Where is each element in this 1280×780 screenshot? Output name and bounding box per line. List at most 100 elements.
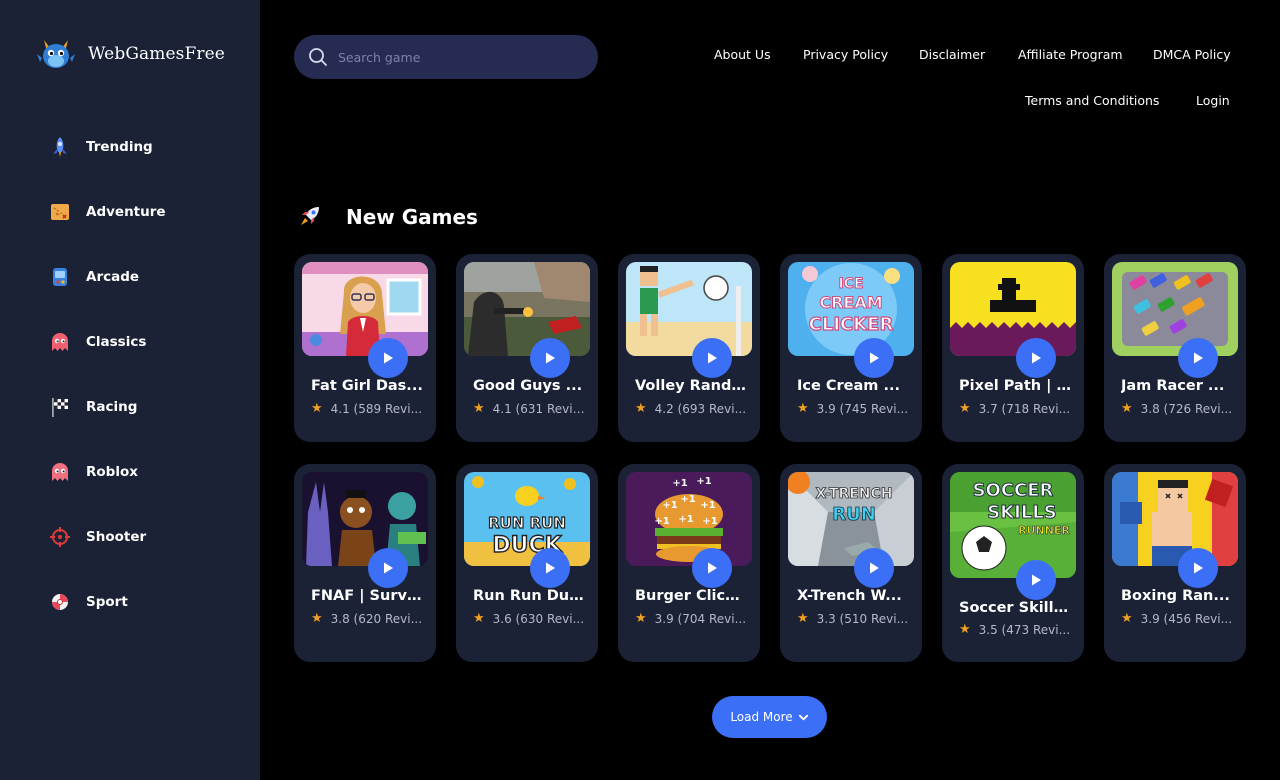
arcade-icon [48,265,72,289]
game-card-volley-random[interactable]: Volley Rand... ★ 4.2 (693 Revi... [618,254,760,442]
game-card-boxing-random[interactable]: Boxing Ran... ★ 3.9 (456 Revi... [1104,464,1246,662]
svg-text:+1: +1 [700,500,715,511]
game-rating: ★ 3.6 (630 Revi... [473,611,591,626]
game-thumbnail: ICE CREAM CLICKER [788,262,914,356]
game-rating: ★ 4.1 (631 Revie... [473,401,591,416]
svg-text:+1: +1 [654,516,669,527]
game-title: Pixel Path | T... [959,378,1071,394]
play-icon [1032,574,1041,586]
play-button[interactable] [1016,338,1056,378]
game-thumbnail [950,262,1076,356]
play-icon [1032,352,1041,364]
nav-link-terms[interactable]: Terms and Conditions [1025,93,1159,108]
play-button[interactable] [530,338,570,378]
sidebar-item-trending[interactable]: Trending [48,114,166,179]
play-button[interactable] [692,338,732,378]
sidebar-item-classics[interactable]: Classics [48,309,166,374]
game-card-soccer-skills[interactable]: SOCCER SKILLS RUNNER Soccer Skills... ★ 3… [942,464,1084,662]
game-title: Run Run Du... [473,588,585,604]
game-card-run-run-duck[interactable]: RUN RUN DUCK Run Run Du... ★ 3.6 (630 Rev… [456,464,598,662]
rating-text: 3.6 (630 Revi... [492,611,585,626]
thumb-text: CREAM [819,293,882,312]
sidebar-nav: Trending Adventure Arcade Classics Racin… [48,114,166,634]
search-input[interactable] [338,49,578,65]
play-button[interactable] [854,338,894,378]
play-button[interactable] [1178,338,1218,378]
play-icon [546,562,555,574]
search-bar[interactable] [294,35,598,79]
game-thumbnail [464,262,590,356]
nav-link-privacy[interactable]: Privacy Policy [803,47,888,62]
nav-link-affiliate[interactable]: Affiliate Program [1018,47,1123,62]
game-card-x-trench-run[interactable]: X-TRENCH RUN X-Trench W... ★ 3.3 (510 Rev… [780,464,922,662]
sidebar-item-adventure[interactable]: Adventure [48,179,166,244]
thumb-text: RUNNER [1018,524,1070,537]
sidebar-item-arcade[interactable]: Arcade [48,244,166,309]
game-card-jam-racer[interactable]: Jam Racer ... ★ 3.8 (726 Revi... [1104,254,1246,442]
game-rating: ★ 4.1 (589 Revi... [311,401,429,416]
game-thumbnail [302,472,428,566]
play-button[interactable] [368,338,408,378]
play-icon [708,562,717,574]
game-card-fat-girl-dash[interactable]: Fat Girl Das... ★ 4.1 (589 Revi... [294,254,436,442]
sidebar-item-roblox[interactable]: Roblox [48,439,166,504]
game-title: Soccer Skills... [959,600,1071,616]
play-icon [870,352,879,364]
svg-text:+1: +1 [672,478,687,489]
sidebar-item-label: Shooter [86,528,147,545]
play-button[interactable] [368,548,408,588]
thumb-text: SOCCER [973,480,1054,501]
section-title: New Games [346,205,478,229]
rating-text: 3.9 (745 Revi... [816,401,909,416]
brand-name: WebGamesFree [88,44,225,64]
sidebar-item-racing[interactable]: Racing [48,374,166,439]
game-card-pixel-path[interactable]: Pixel Path | T... ★ 3.7 (718 Revi... [942,254,1084,442]
load-more-button[interactable]: Load More [712,696,827,738]
play-button[interactable] [692,548,732,588]
nav-link-about[interactable]: About Us [714,47,771,62]
nav-link-dmca[interactable]: DMCA Policy [1153,47,1231,62]
ghost-icon [48,330,72,354]
play-button[interactable] [1016,560,1056,600]
star-icon: ★ [635,611,647,626]
thumb-text: RUN RUN [488,514,566,532]
star-icon: ★ [797,401,809,416]
star-icon: ★ [311,611,323,626]
checkered-flag-icon [48,395,72,419]
game-title: Boxing Ran... [1121,588,1230,604]
play-icon [546,352,555,364]
sidebar-item-sport[interactable]: Sport [48,569,166,634]
dragon-logo-icon [37,40,75,68]
game-title: Good Guys ... [473,378,583,394]
sidebar-item-label: Classics [86,333,147,350]
sidebar-item-label: Arcade [86,268,140,285]
play-button[interactable] [854,548,894,588]
play-button[interactable] [1178,548,1218,588]
game-title: Jam Racer ... [1121,378,1225,394]
nav-link-disclaimer[interactable]: Disclaimer [919,47,985,62]
game-thumbnail [302,262,428,356]
rating-text: 4.1 (589 Revi... [330,401,423,416]
star-icon: ★ [959,622,971,637]
game-card-burger-clicker[interactable]: +1 +1 +1 +1 +1 +1 +1 +1 Burger Click... … [618,464,760,662]
game-rating: ★ 3.3 (510 Revi... [797,611,915,626]
game-rating: ★ 3.9 (704 Revi... [635,611,753,626]
login-link[interactable]: Login [1196,93,1230,108]
play-button[interactable] [530,548,570,588]
sidebar-item-label: Sport [86,593,128,610]
sidebar-item-shooter[interactable]: Shooter [48,504,166,569]
thumb-text: X-TRENCH [815,486,892,502]
star-icon: ★ [311,401,323,416]
rating-text: 3.7 (718 Revi... [978,401,1071,416]
game-card-good-guys[interactable]: Good Guys ... ★ 4.1 (631 Revie... [456,254,598,442]
play-icon [384,562,393,574]
chevron-down-icon [798,714,808,720]
game-thumbnail: X-TRENCH RUN [788,472,914,566]
rating-text: 4.1 (631 Revie... [492,401,591,416]
brand[interactable]: WebGamesFree [36,34,225,74]
game-card-ice-cream-clicker[interactable]: ICE CREAM CLICKER Ice Cream ... ★ 3.9 (74… [780,254,922,442]
rating-text: 3.5 (473 Revi... [978,622,1071,637]
thumb-text: CLICKER [809,314,894,335]
game-card-fnaf[interactable]: FNAF | Survi... ★ 3.8 (620 Revi... [294,464,436,662]
star-icon: ★ [635,401,647,416]
